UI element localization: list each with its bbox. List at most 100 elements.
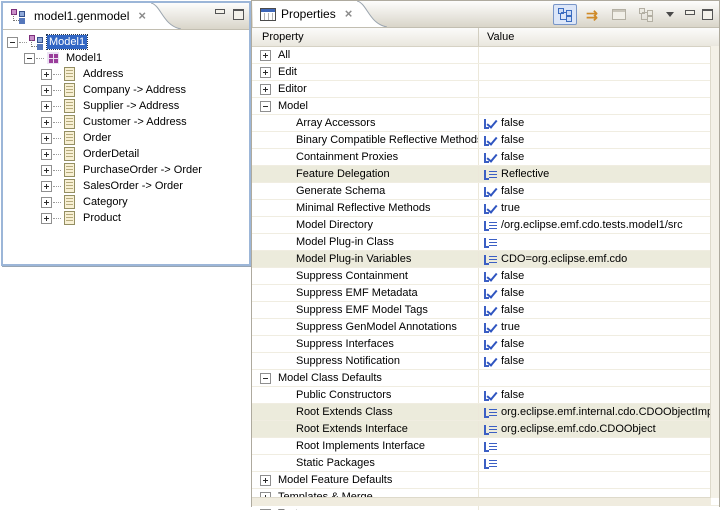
property-row[interactable]: Public Constructors false — [252, 387, 719, 404]
property-row[interactable]: Model Plug-in Class — [252, 234, 719, 251]
expand-toggle-icon[interactable] — [7, 37, 18, 48]
property-row[interactable]: Generate Schema false — [252, 183, 719, 200]
expand-toggle-icon[interactable] — [41, 165, 52, 176]
property-value[interactable]: true — [501, 201, 520, 216]
tree-mode-button[interactable] — [553, 4, 577, 25]
text-value-icon — [483, 253, 497, 266]
expand-toggle-icon[interactable] — [260, 84, 271, 95]
property-row[interactable]: Suppress EMF Metadata false — [252, 285, 719, 302]
tree-item-label: SalesOrder -> Order — [81, 179, 185, 193]
vertical-scrollbar[interactable] — [710, 46, 719, 498]
property-row[interactable]: Array Accessors false — [252, 115, 719, 132]
properties-maximize-button[interactable] — [700, 8, 715, 22]
property-row[interactable]: Static Packages — [252, 455, 719, 472]
tree-item[interactable]: Supplier -> Address — [3, 98, 249, 114]
editor-maximize-button[interactable] — [231, 7, 246, 21]
expand-toggle-icon[interactable] — [260, 475, 271, 486]
expand-toggle-icon[interactable] — [41, 213, 52, 224]
property-value[interactable]: false — [501, 116, 524, 131]
property-row[interactable]: Suppress EMF Model Tags false — [252, 302, 719, 319]
property-label: Suppress Interfaces — [296, 337, 394, 352]
tree-item[interactable]: Order — [3, 130, 249, 146]
epackage-icon — [45, 50, 61, 66]
property-row[interactable]: Model Class Defaults — [252, 370, 719, 387]
expand-toggle-icon[interactable] — [41, 101, 52, 112]
property-row[interactable]: Tests — [252, 506, 719, 510]
property-value[interactable]: false — [501, 184, 524, 199]
property-row[interactable]: Model Plug-in Variables CDO=org.eclipse.… — [252, 251, 719, 268]
tree-item[interactable]: OrderDetail — [3, 146, 249, 162]
property-row[interactable]: All — [252, 47, 719, 64]
property-value[interactable]: false — [501, 286, 524, 301]
tree-item[interactable]: Customer -> Address — [3, 114, 249, 130]
properties-tab[interactable]: Properties × — [253, 1, 357, 27]
expand-toggle-icon[interactable] — [260, 373, 271, 384]
property-value[interactable]: /org.eclipse.emf.cdo.tests.model1/src — [501, 218, 683, 233]
property-row[interactable]: Minimal Reflective Methods true — [252, 200, 719, 217]
expand-toggle-icon[interactable] — [41, 117, 52, 128]
property-row[interactable]: Model Feature Defaults — [252, 472, 719, 489]
property-value[interactable]: CDO=org.eclipse.emf.cdo — [501, 252, 627, 267]
editor-tab-model1-genmodel[interactable]: model1.genmodel × — [3, 3, 151, 29]
property-row[interactable]: Binary Compatible Reflective Methods fal… — [252, 132, 719, 149]
property-value[interactable]: false — [501, 337, 524, 352]
expand-toggle-icon[interactable] — [41, 69, 52, 80]
property-row[interactable]: Root Implements Interface — [252, 438, 719, 455]
tree-item-label: Category — [81, 195, 130, 209]
property-value[interactable]: org.eclipse.emf.internal.cdo.CDOObjectIm… — [501, 405, 716, 420]
property-row[interactable]: Suppress GenModel Annotations true — [252, 319, 719, 336]
property-value[interactable]: org.eclipse.emf.cdo.CDOObject — [501, 422, 656, 437]
tree-item[interactable]: Product — [3, 210, 249, 226]
restore-default-value-button[interactable] — [607, 4, 631, 25]
tree-item[interactable]: Company -> Address — [3, 82, 249, 98]
property-row[interactable]: Suppress Interfaces false — [252, 336, 719, 353]
properties-minimize-button[interactable] — [682, 8, 697, 22]
expand-toggle-icon[interactable] — [41, 197, 52, 208]
bool-value-icon — [483, 134, 497, 147]
expand-toggle-icon[interactable] — [260, 67, 271, 78]
show-advanced-properties-button[interactable]: ⇉ — [580, 4, 604, 25]
properties-tab-close-icon[interactable]: × — [342, 8, 356, 20]
expand-toggle-icon[interactable] — [41, 133, 52, 144]
property-row[interactable]: Feature Delegation Reflective — [252, 166, 719, 183]
property-value[interactable]: false — [501, 354, 524, 369]
tree-connector — [53, 74, 61, 75]
property-row[interactable]: Root Extends Class org.eclipse.emf.inter… — [252, 404, 719, 421]
editor-tab-close-icon[interactable]: × — [135, 10, 149, 22]
property-value[interactable]: false — [501, 269, 524, 284]
expand-toggle-icon[interactable] — [41, 149, 52, 160]
property-value[interactable]: true — [501, 320, 520, 335]
tree-item[interactable]: Model1 — [3, 34, 249, 50]
property-value[interactable]: false — [501, 133, 524, 148]
editor-minimize-button[interactable] — [212, 7, 227, 21]
property-value[interactable]: false — [501, 150, 524, 165]
expand-toggle-icon[interactable] — [260, 50, 271, 61]
property-row[interactable]: Suppress Containment false — [252, 268, 719, 285]
tree-item[interactable]: Category — [3, 194, 249, 210]
property-row[interactable]: Edit — [252, 64, 719, 81]
expand-toggle-icon[interactable] — [24, 53, 35, 64]
property-row[interactable]: Suppress Notification false — [252, 353, 719, 370]
property-row[interactable]: Root Extends Interface org.eclipse.emf.c… — [252, 421, 719, 438]
tree-connector — [53, 154, 61, 155]
column-header-value[interactable]: Value — [479, 28, 719, 46]
tree-item[interactable]: Address — [3, 66, 249, 82]
property-value[interactable]: Reflective — [501, 167, 549, 182]
expand-toggle-icon[interactable] — [41, 181, 52, 192]
properties-view: Properties × ⇉ — [251, 0, 720, 507]
property-row[interactable]: Editor — [252, 81, 719, 98]
expand-toggle-icon[interactable] — [41, 85, 52, 96]
view-menu-button[interactable] — [661, 4, 679, 25]
tree-item[interactable]: Model1 — [3, 50, 249, 66]
column-header-property[interactable]: Property — [252, 28, 479, 46]
property-value[interactable]: false — [501, 388, 524, 403]
expand-toggle-icon[interactable] — [260, 101, 271, 112]
property-row[interactable]: Model — [252, 98, 719, 115]
property-row[interactable]: Model Directory /org.eclipse.emf.cdo.tes… — [252, 217, 719, 234]
tree-item[interactable]: SalesOrder -> Order — [3, 178, 249, 194]
tree-item[interactable]: PurchaseOrder -> Order — [3, 162, 249, 178]
show-categories-button[interactable] — [634, 4, 658, 25]
property-row[interactable]: Containment Proxies false — [252, 149, 719, 166]
horizontal-scrollbar[interactable] — [252, 497, 711, 506]
property-value[interactable]: false — [501, 303, 524, 318]
